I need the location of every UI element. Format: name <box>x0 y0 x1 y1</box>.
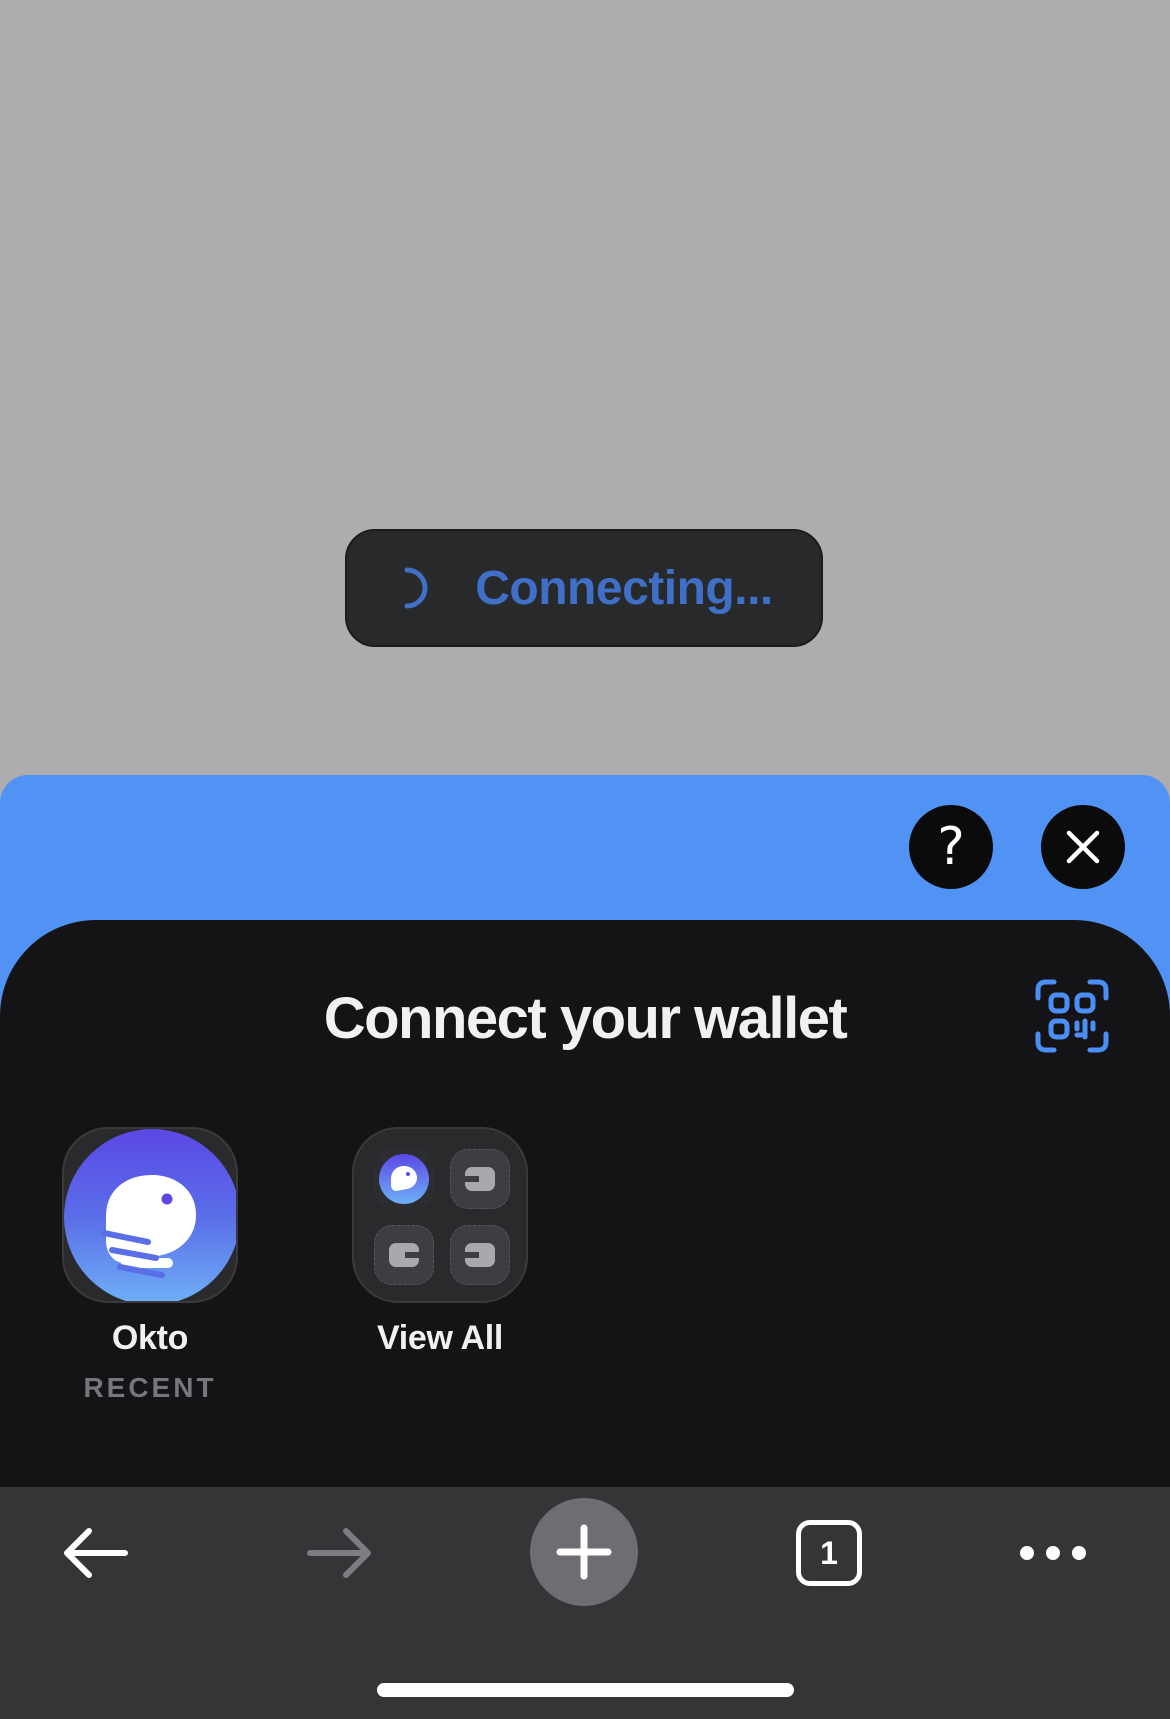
tab-count: 1 <box>796 1520 862 1586</box>
arrow-left-icon <box>64 1528 128 1578</box>
wallet-placeholder-icon <box>450 1149 510 1209</box>
wallet-name: Okto <box>111 1319 189 1357</box>
question-mark-icon: ? <box>937 817 965 877</box>
forward-button[interactable] <box>285 1503 395 1603</box>
qr-scan-button[interactable] <box>1034 978 1110 1054</box>
qr-scan-icon <box>1035 979 1109 1053</box>
wallet-name: View All <box>376 1319 504 1357</box>
wallet-placeholder-icon <box>450 1225 510 1285</box>
close-button[interactable] <box>1041 805 1125 889</box>
home-indicator[interactable] <box>377 1683 794 1697</box>
wallet-recent-badge: RECENT <box>83 1372 217 1403</box>
okto-wallet-tile[interactable] <box>62 1127 238 1303</box>
sheet-title: Connect your wallet <box>323 986 848 1051</box>
close-icon <box>1066 830 1100 864</box>
plus-icon <box>556 1524 612 1580</box>
loading-spinner-icon <box>395 564 435 612</box>
wallet-grid-icon <box>374 1149 510 1285</box>
wallet-option-view-all[interactable]: View All <box>350 1127 530 1358</box>
view-all-tile[interactable] <box>352 1127 528 1303</box>
more-button[interactable] <box>998 1503 1108 1603</box>
wallet-option-okto[interactable]: Okto RECENT <box>60 1127 240 1404</box>
new-tab-button[interactable] <box>530 1498 638 1606</box>
help-button[interactable]: ? <box>909 805 993 889</box>
arrow-right-icon <box>307 1528 371 1578</box>
connecting-toast: Connecting... <box>345 529 823 647</box>
okto-logo-icon <box>64 1129 236 1301</box>
connecting-status: Connecting... <box>475 561 773 615</box>
more-dots-icon <box>1020 1546 1086 1560</box>
mini-okto-icon <box>374 1149 434 1209</box>
wallet-placeholder-icon <box>374 1225 434 1285</box>
back-button[interactable] <box>40 1503 150 1603</box>
tabs-button[interactable]: 1 <box>774 1503 884 1603</box>
